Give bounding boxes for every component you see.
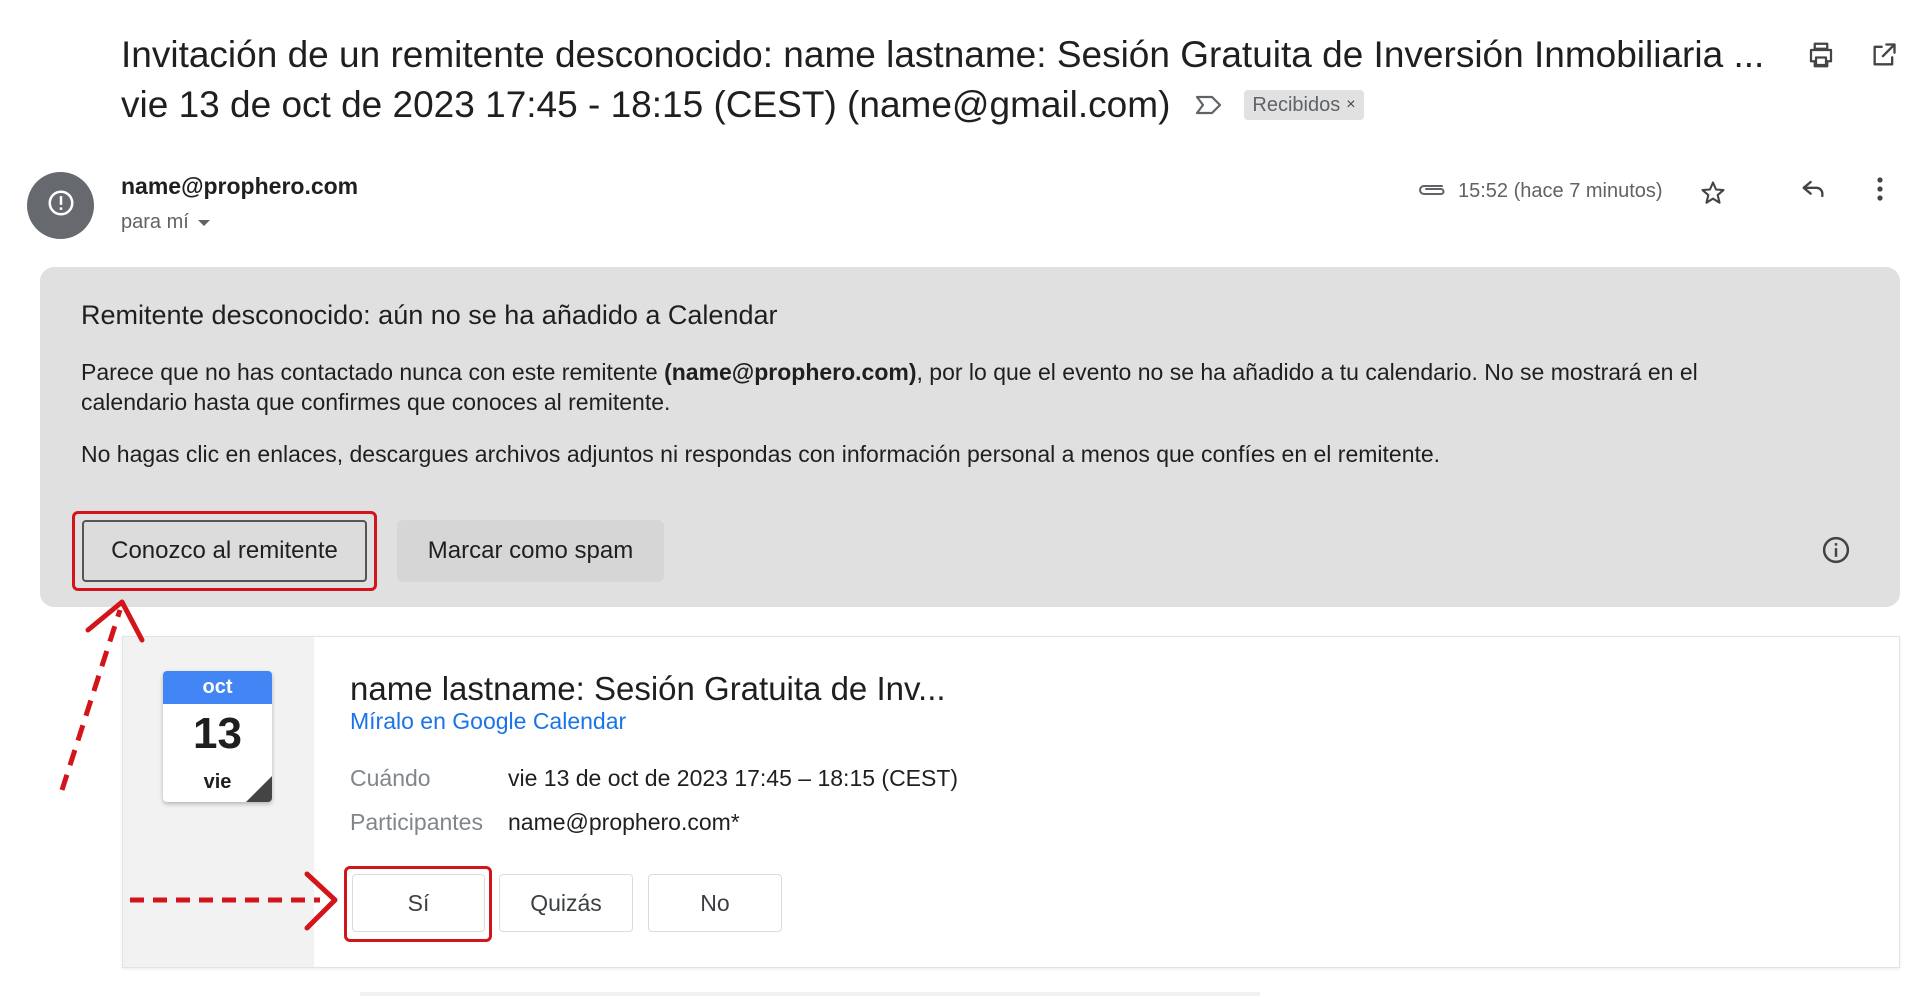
- rsvp-no-button[interactable]: No: [648, 874, 782, 932]
- participants-value: name@prophero.com*: [508, 809, 740, 835]
- label-important-icon[interactable]: [1194, 93, 1224, 117]
- google-calendar-link[interactable]: Míralo en Google Calendar: [350, 708, 626, 735]
- event-title: name lastname: Sesión Gratuita de Inv...: [350, 670, 946, 707]
- more-vert-icon[interactable]: [1868, 172, 1892, 206]
- inbox-label-chip: Recibidos ×: [1244, 90, 1364, 120]
- when-label: Cuándo: [350, 765, 431, 791]
- calendar-page-fold: [246, 776, 272, 802]
- know-sender-button[interactable]: Conozco al remitente: [82, 520, 367, 582]
- rsvp-maybe-button[interactable]: Quizás: [499, 874, 633, 932]
- banner-paragraph-1: Parece que no has contactado nunca con e…: [81, 357, 1801, 417]
- annotation-arrow-up: [59, 599, 145, 791]
- rsvp-yes-button[interactable]: Sí: [352, 874, 485, 932]
- recipient-label: para mí: [121, 211, 189, 233]
- calendar-month: oct: [163, 671, 272, 704]
- print-icon[interactable]: [1803, 37, 1839, 73]
- mark-spam-button[interactable]: Marcar como spam: [397, 520, 664, 582]
- sender-email[interactable]: name@prophero.com: [121, 173, 358, 200]
- banner-title: Remitente desconocido: aún no se ha añad…: [81, 300, 778, 330]
- info-icon[interactable]: [1819, 533, 1853, 567]
- banner-p1-text-start: Parece que no has contactado nunca con e…: [81, 359, 665, 385]
- email-time: 15:52 (hace 7 minutos): [1458, 180, 1663, 202]
- subject-line-1: Invitación de un remitente desconocido: …: [121, 34, 1765, 75]
- banner-p1-sender: (name@prophero.com): [664, 359, 917, 385]
- attachment-icon: [1415, 178, 1449, 202]
- remove-label-button[interactable]: ×: [1346, 92, 1355, 118]
- warning-icon: [46, 188, 76, 223]
- calendar-date-icon: oct 13 vie: [163, 671, 272, 802]
- open-in-new-icon[interactable]: [1866, 37, 1902, 73]
- reply-icon[interactable]: [1796, 172, 1830, 206]
- when-value: vie 13 de oct de 2023 17:45 – 18:15 (CES…: [508, 765, 959, 791]
- chevron-down-icon: [197, 211, 211, 234]
- calendar-day: 13: [193, 709, 242, 758]
- participants-label: Participantes: [350, 809, 483, 835]
- recipient-details[interactable]: para mí: [121, 211, 211, 234]
- email-subject: Invitación de un remitente desconocido: …: [121, 30, 1764, 130]
- banner-paragraph-2: No hagas clic en enlaces, descargues arc…: [81, 441, 1441, 467]
- subject-line-2: vie 13 de oct de 2023 17:45 - 18:15 (CES…: [121, 84, 1171, 125]
- annotation-arrow-right: [130, 871, 338, 931]
- subject-line-2-row: vie 13 de oct de 2023 17:45 - 18:15 (CES…: [121, 80, 1764, 130]
- inbox-label-text: Recibidos: [1252, 94, 1341, 116]
- star-icon[interactable]: [1696, 176, 1730, 210]
- bottom-divider: [360, 992, 1260, 996]
- sender-avatar[interactable]: [27, 172, 94, 239]
